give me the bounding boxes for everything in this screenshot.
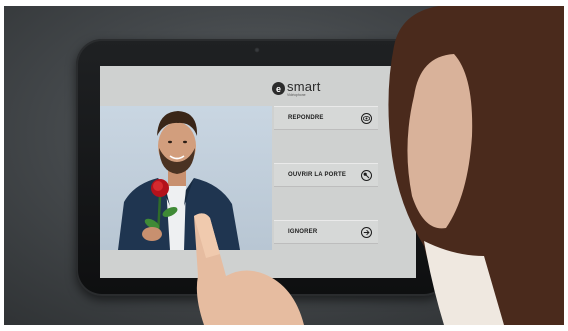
brand-subtitle: Vidéophone xyxy=(287,93,306,97)
woman-silhouette xyxy=(388,6,564,325)
pointing-hand xyxy=(194,213,304,325)
logo-mark: e xyxy=(272,82,285,96)
brand-logo: e smart Vidéophone xyxy=(272,80,321,98)
answer-label: REPONDRE xyxy=(288,115,324,121)
open-door-label: OUVRIR LA PORTE xyxy=(288,172,347,178)
camera-icon xyxy=(254,47,260,53)
brand-name: smart xyxy=(287,79,321,94)
photo-scene: e smart Vidéophone REPONDRE OUVRIR LA PO… xyxy=(4,6,564,325)
